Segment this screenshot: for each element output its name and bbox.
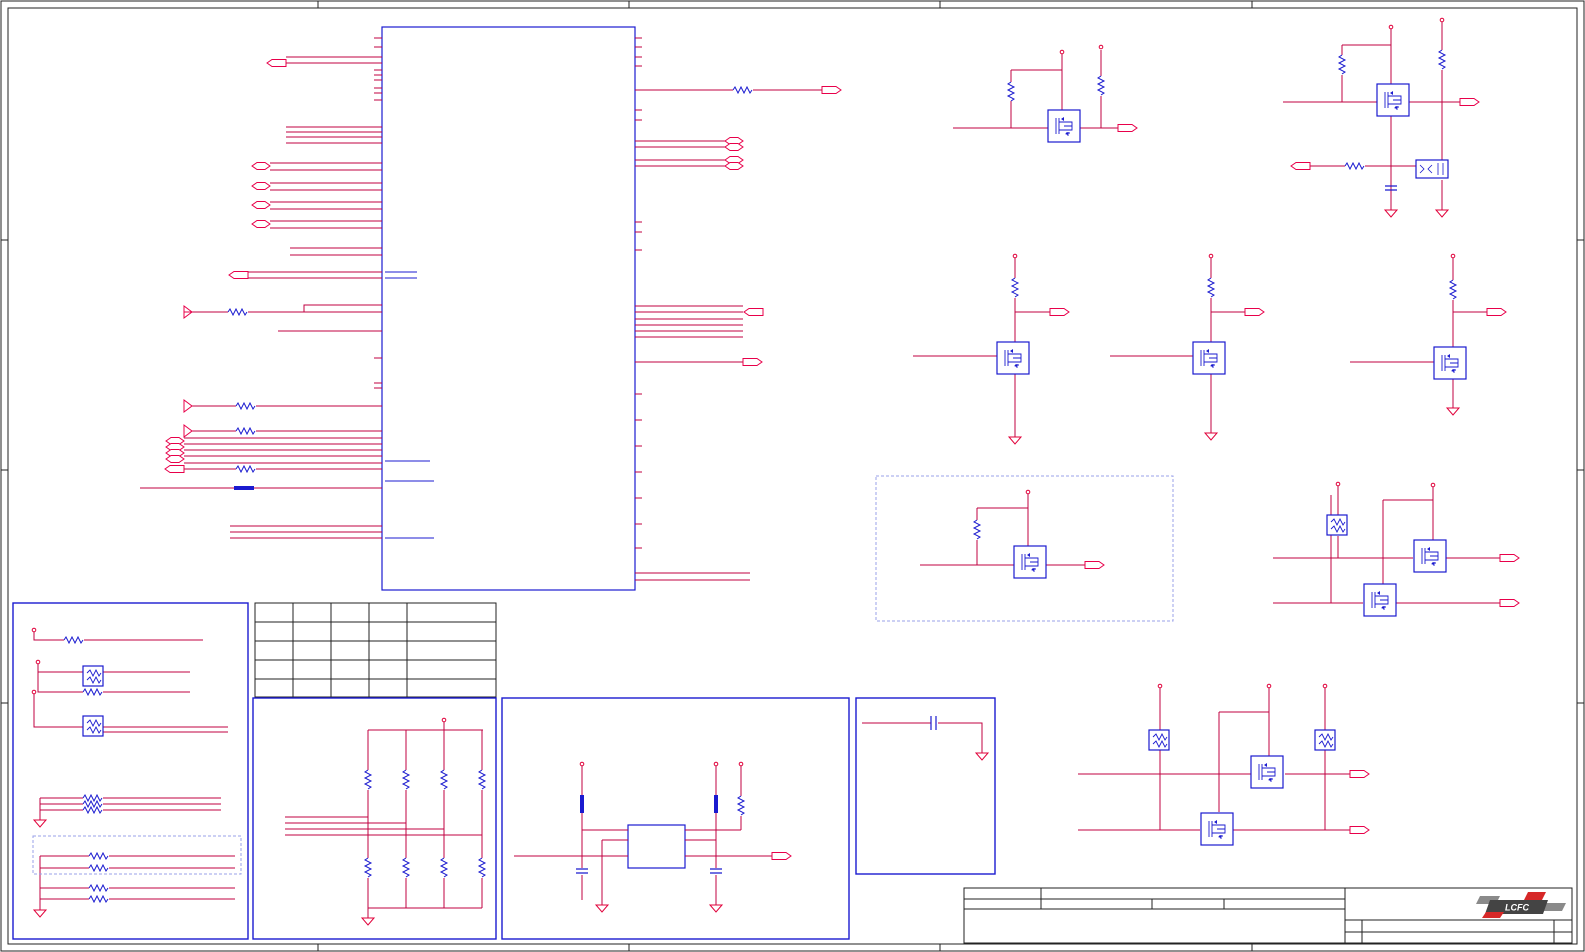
fet-fuse-circuit-2	[1078, 683, 1370, 846]
ic-bus-markers	[385, 271, 434, 539]
schematic-sheet: LCFC	[0, 0, 1585, 952]
logo-text: LCFC	[1505, 903, 1529, 913]
left-ports	[164, 59, 287, 473]
fet-circuit-4	[1110, 253, 1265, 441]
fet-fuse-circuit-1	[1273, 481, 1520, 617]
right-ports	[724, 86, 842, 366]
fet-circuit-1	[953, 44, 1138, 143]
fet-circuit-5	[1350, 253, 1507, 416]
fet-circuit-2	[1283, 17, 1480, 218]
fet-circuit-3	[913, 253, 1070, 445]
optional-fet-block	[875, 475, 1174, 622]
company-logo: LCFC	[1476, 889, 1570, 919]
capacitor-box	[855, 697, 996, 875]
sheet-border	[0, 0, 1585, 952]
regulator-box	[501, 697, 850, 940]
main-ic	[374, 26, 642, 591]
strap-box	[12, 602, 249, 940]
resistor-strap-box	[252, 697, 497, 940]
option-table	[254, 602, 497, 698]
